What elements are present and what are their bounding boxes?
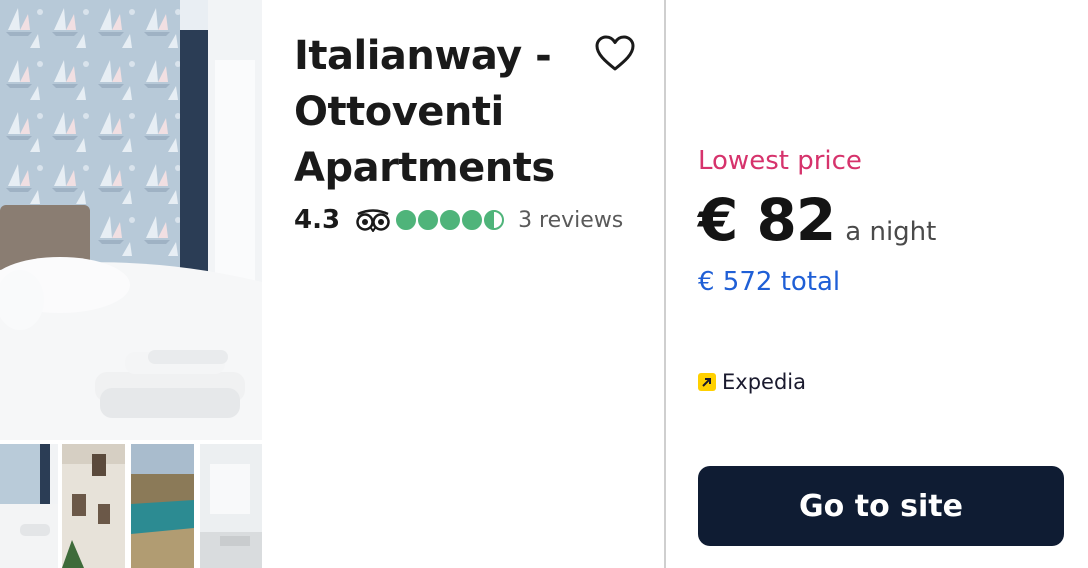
bubble-rating <box>396 210 505 230</box>
review-count[interactable]: 3 reviews <box>518 208 623 233</box>
go-to-site-button[interactable]: Go to site <box>698 466 1064 546</box>
price-per-night: a night <box>845 217 937 247</box>
rating-bubble <box>484 210 505 230</box>
hotel-details: Italianway - Ottoventi Apartments 4.3 3 … <box>262 0 665 568</box>
main-photo[interactable] <box>0 0 262 440</box>
tripadvisor-owl-icon <box>354 208 392 232</box>
rating-bubble <box>462 210 483 230</box>
expedia-logo-icon <box>698 373 716 391</box>
total-price: € 572 total <box>698 267 841 297</box>
go-to-site-label: Go to site <box>799 488 963 524</box>
rating-bubble <box>418 210 439 230</box>
favorite-button[interactable] <box>592 32 638 78</box>
rating-bubble <box>440 210 461 230</box>
rating-bubble <box>396 210 417 230</box>
hotel-result-card: Italianway - Ottoventi Apartments 4.3 3 … <box>0 0 1088 568</box>
thumbnail-bedroom[interactable] <box>0 444 58 568</box>
rating-row: 4.3 3 reviews <box>294 201 623 239</box>
rating-score: 4.3 <box>294 205 341 235</box>
provider-name: Expedia <box>722 370 806 394</box>
price-panel: Lowest price € 82 a night € 572 total Ex… <box>666 0 1088 568</box>
price-amount: € 82 <box>698 186 836 254</box>
thumbnail-coast[interactable] <box>131 444 194 568</box>
heart-outline-icon <box>594 34 636 76</box>
thumbnail-living-room[interactable] <box>200 444 262 568</box>
thumbnail-building[interactable] <box>62 444 125 568</box>
photo-thumbnails <box>0 444 262 568</box>
provider: Expedia <box>698 370 806 394</box>
hotel-name[interactable]: Italianway - Ottoventi Apartments <box>294 28 584 196</box>
nightly-price: € 82 a night <box>698 186 936 254</box>
lowest-price-label: Lowest price <box>698 146 862 176</box>
